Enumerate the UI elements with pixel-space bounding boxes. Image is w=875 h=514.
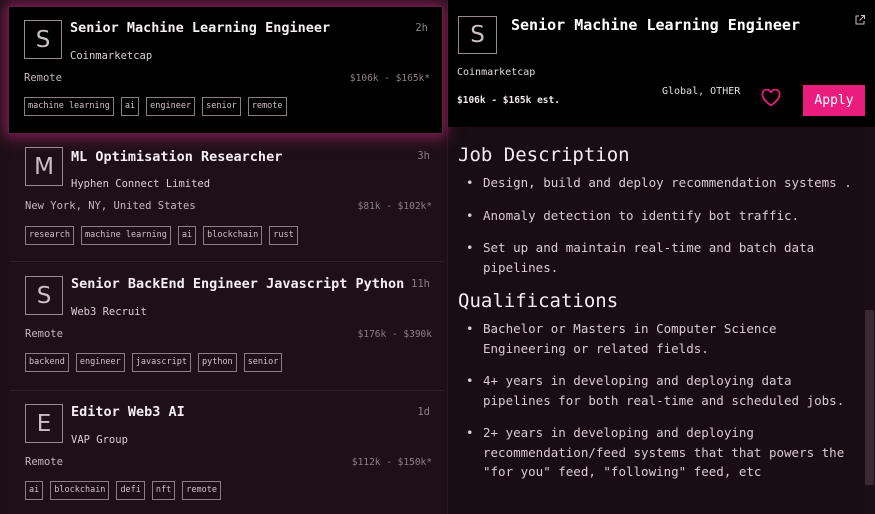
tag[interactable]: backend [25, 353, 69, 372]
job-salary: $112k - $150k* [351, 457, 432, 468]
company-logo: E [25, 404, 63, 443]
section-heading: Job Description [458, 144, 630, 166]
posted-age: 11h [411, 278, 430, 290]
tag[interactable]: machine learning [24, 97, 114, 116]
list-item: 4+ years in developing and deploying dat… [458, 371, 862, 410]
tag-list: research machine learning ai blockchain … [25, 226, 298, 245]
company-logo: S [25, 276, 63, 315]
tag[interactable]: javascript [131, 353, 191, 372]
job-description: Job Description Design, build and deploy… [458, 127, 862, 514]
job-location: Remote [25, 456, 63, 468]
list-item: 2+ years in developing and deploying rec… [458, 423, 862, 482]
tag[interactable]: python [197, 353, 237, 372]
tag[interactable]: blockchain [50, 481, 110, 500]
job-salary: $106k - $165k* [349, 73, 430, 84]
tag[interactable]: research [25, 226, 74, 245]
posted-age: 2h [415, 22, 428, 34]
tag[interactable]: engineer [146, 97, 196, 116]
heart-icon[interactable] [761, 89, 781, 107]
job-salary: $81k - $102k* [357, 201, 432, 212]
tag[interactable]: ai [120, 97, 140, 116]
tag[interactable]: machine learning [80, 226, 171, 245]
job-card[interactable]: E Editor Web3 AI VAP Group 1d Remote $11… [10, 391, 444, 514]
tag[interactable]: ai [177, 226, 197, 245]
posted-age: 1d [417, 406, 430, 418]
job-title[interactable]: ML Optimisation Researcher [71, 149, 282, 165]
company-name: VAP Group [71, 434, 128, 446]
company-name: Hyphen Connect Limited [71, 178, 211, 190]
detail-location: Global, OTHER [662, 86, 741, 97]
company-name: Web3 Recruit [71, 306, 147, 318]
job-list: S Senior Machine Learning Engineer Coinm… [0, 0, 447, 514]
tag[interactable]: blockchain [203, 226, 263, 245]
job-detail-panel: S Senior Machine Learning Engineer Coinm… [447, 0, 875, 514]
tag[interactable]: senior [243, 353, 283, 372]
job-title[interactable]: Senior Machine Learning Engineer [70, 20, 330, 36]
job-card[interactable]: M ML Optimisation Researcher Hyphen Conn… [10, 134, 444, 262]
tag-list: backend engineer javascript python senio… [25, 353, 283, 372]
job-title[interactable]: Senior BackEnd Engineer Javascript Pytho… [71, 276, 404, 292]
company-logo: M [25, 147, 63, 186]
tag[interactable]: remote [247, 97, 287, 116]
job-location: New York, NY, United States [25, 200, 196, 212]
tag[interactable]: rust [269, 226, 298, 245]
tag[interactable]: defi [116, 481, 145, 500]
company-logo: S [458, 16, 497, 54]
job-card-selected[interactable]: S Senior Machine Learning Engineer Coinm… [8, 6, 443, 134]
list-item: Bachelor or Masters in Computer Science … [458, 319, 862, 358]
list-item: Set up and maintain real-time and batch … [458, 238, 862, 277]
detail-scrollbar[interactable] [864, 127, 875, 514]
job-title[interactable]: Editor Web3 AI [71, 404, 185, 420]
tag[interactable]: ai [25, 481, 44, 500]
detail-salary: $106k - $165k est. [457, 95, 560, 106]
tag[interactable]: engineer [75, 353, 125, 372]
tag[interactable]: senior [202, 97, 241, 116]
apply-button[interactable]: Apply [803, 85, 865, 116]
tag[interactable]: remote [182, 481, 221, 500]
job-location: Remote [24, 72, 62, 84]
list-item: Anomaly detection to identify bot traffi… [458, 206, 862, 226]
job-location: Remote [25, 328, 63, 340]
section-heading: Qualifications [458, 290, 619, 312]
posted-age: 3h [417, 150, 430, 162]
tag-list: ai blockchain defi nft remote [25, 481, 221, 500]
job-card[interactable]: S Senior BackEnd Engineer Javascript Pyt… [10, 263, 444, 391]
job-detail-header: S Senior Machine Learning Engineer Coinm… [448, 0, 875, 127]
tag[interactable]: nft [151, 481, 176, 500]
list-item: Design, build and deploy recommendation … [458, 173, 862, 193]
detail-company-name: Coinmarketcap [457, 67, 536, 78]
section-list: Bachelor or Masters in Computer Science … [458, 319, 862, 482]
tag-list: machine learning ai engineer senior remo… [24, 97, 287, 116]
external-link-icon[interactable] [854, 14, 866, 26]
section-list: Design, build and deploy recommendation … [458, 173, 862, 277]
company-name: Coinmarketcap [70, 50, 153, 62]
detail-job-title: Senior Machine Learning Engineer [511, 16, 800, 34]
job-salary: $176k - $390k [357, 329, 432, 340]
company-logo: S [24, 20, 62, 59]
scrollbar-thumb[interactable] [865, 310, 874, 485]
